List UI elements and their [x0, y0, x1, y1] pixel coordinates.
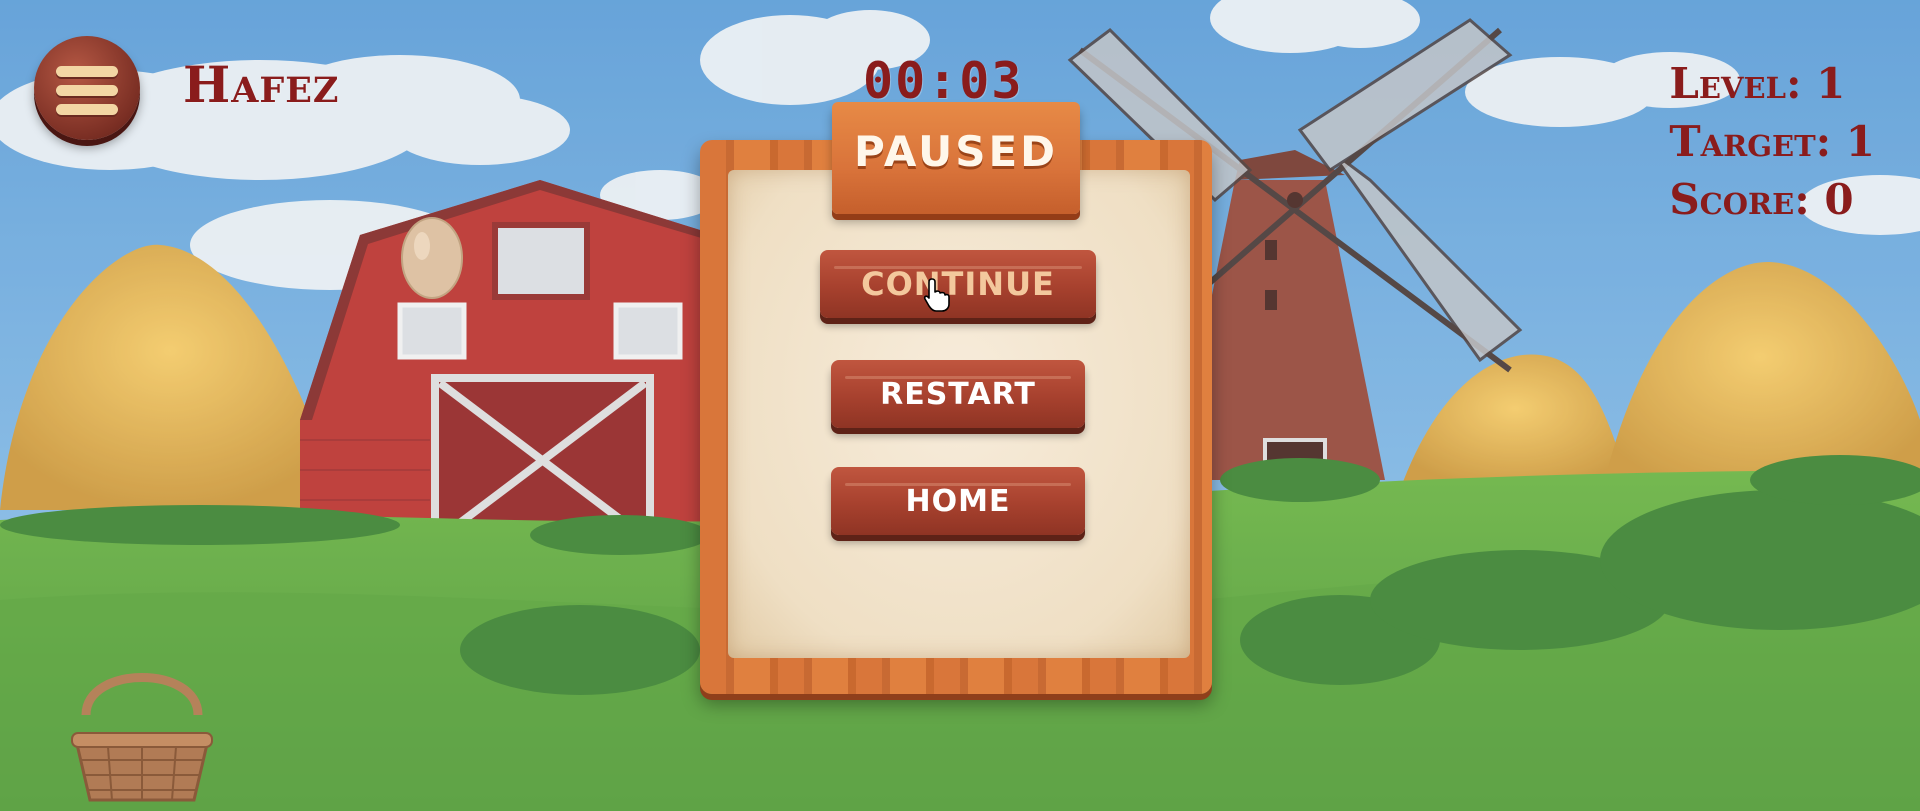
hamburger-menu-icon-bar: [56, 104, 118, 115]
game-stage: Hafez 00:03 Level: 1 Target: 1 Score: 0 …: [0, 0, 1920, 811]
score-indicator: Score: 0: [1669, 171, 1875, 229]
level-label: Level: 1: [1669, 59, 1846, 108]
level-indicator: Level: 1: [1669, 55, 1875, 113]
target-label: Target: 1: [1669, 117, 1875, 166]
home-button[interactable]: HOME: [831, 467, 1085, 535]
continue-label: CONTINUE: [861, 265, 1055, 303]
stats-panel: Level: 1 Target: 1 Score: 0: [1669, 55, 1875, 229]
title-board: PAUSED: [832, 102, 1080, 214]
basket-icon[interactable]: [68, 645, 216, 805]
score-label: Score: 0: [1669, 175, 1854, 224]
player-name: Hafez: [183, 55, 340, 114]
pointer-hand-icon: [923, 278, 950, 312]
hamburger-menu-icon-bar: [56, 85, 118, 96]
continue-button[interactable]: CONTINUE: [820, 250, 1096, 318]
dialog-title: PAUSED: [853, 127, 1059, 176]
restart-label: RESTART: [880, 376, 1036, 412]
hamburger-menu-icon: [56, 66, 118, 77]
target-indicator: Target: 1: [1669, 113, 1875, 171]
restart-button[interactable]: RESTART: [831, 360, 1085, 428]
pause-dialog: PAUSED CONTINUE RESTART HOME: [700, 102, 1212, 694]
home-label: HOME: [905, 483, 1011, 519]
menu-button[interactable]: [34, 36, 140, 140]
